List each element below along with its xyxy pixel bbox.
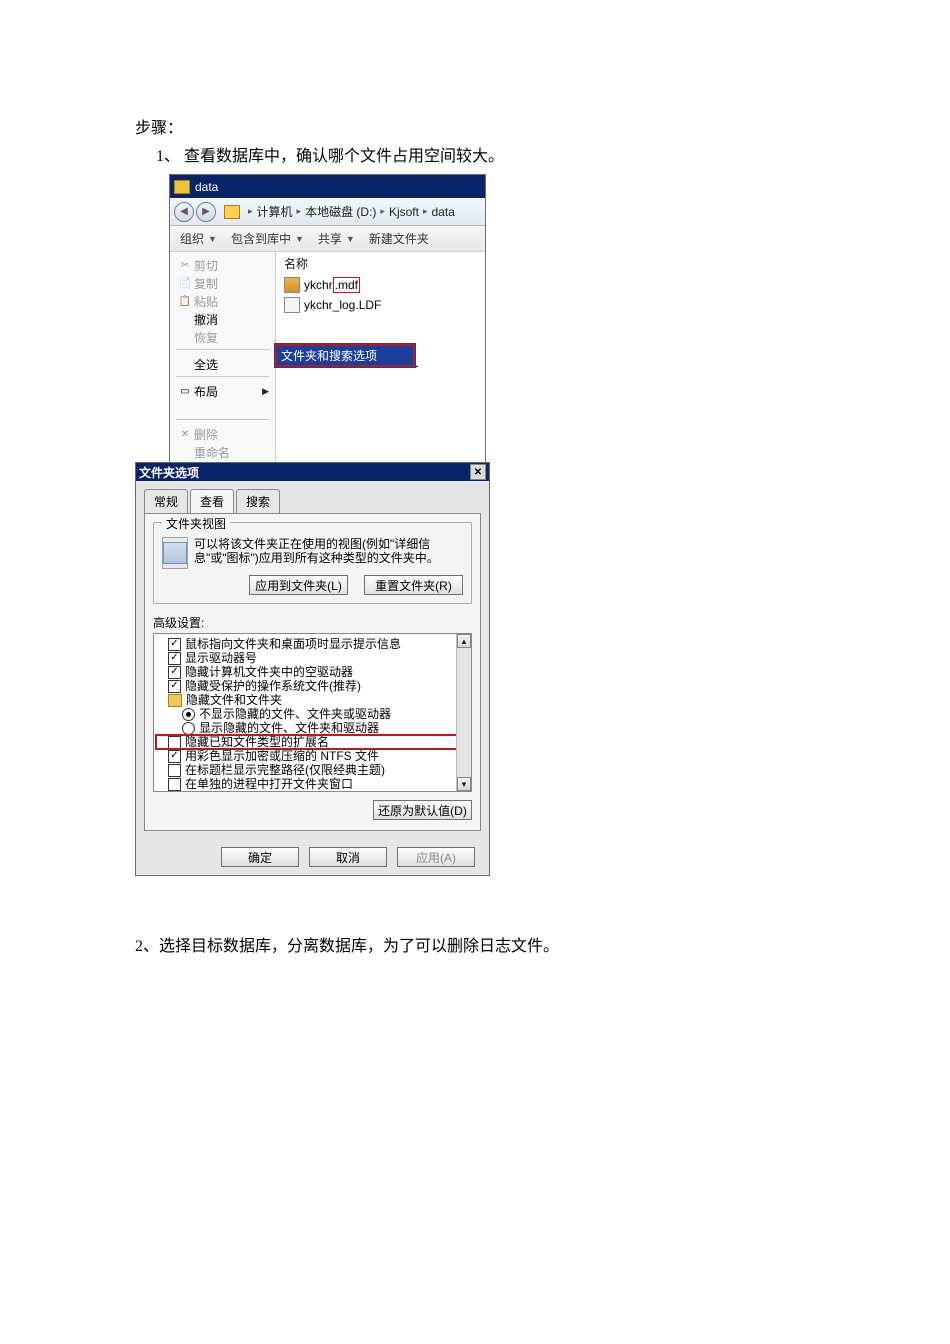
tab-strip: 常规 查看 搜索	[144, 489, 481, 513]
close-button[interactable]: ✕	[470, 464, 486, 480]
folder-views-text: 可以将该文件夹正在使用的视图(例如"详细信息"或"图标")应用到所有这种类型的文…	[194, 537, 463, 565]
file-row-mdf[interactable]: ykchr.mdf	[276, 275, 485, 295]
cancel-button[interactable]: 取消	[309, 847, 387, 867]
step-2-text: 2、选择目标数据库，分离数据库，为了可以删除日志文件。	[135, 936, 815, 958]
advanced-settings-list[interactable]: ✓鼠标指向文件夹和桌面项时显示提示信息 ✓显示驱动器号 ✓隐藏计算机文件夹中的空…	[153, 633, 472, 792]
menu-layout[interactable]: ▭布局	[170, 382, 275, 400]
mdf-ext-highlight: .mdf	[333, 277, 360, 293]
menu-delete[interactable]: ✕删除	[170, 425, 275, 443]
tab-general[interactable]: 常规	[144, 489, 188, 513]
share-button[interactable]: 共享▼	[318, 230, 355, 247]
adv-show-hidden[interactable]: 显示隐藏的文件、文件夹和驱动器	[156, 721, 469, 735]
menu-redo[interactable]: 恢复	[170, 328, 275, 346]
folder-views-legend: 文件夹视图	[162, 515, 230, 532]
explorer-toolbar: 组织▼ 包含到库中▼ 共享▼ 新建文件夹	[170, 226, 485, 252]
include-button[interactable]: 包含到库中▼	[231, 230, 304, 247]
scroll-down-button[interactable]: ▼	[457, 777, 471, 791]
breadcrumb[interactable]: ▸ 计算机 ▸ 本地磁盘 (D:) ▸ Kjsoft ▸ data	[224, 203, 481, 220]
adv-hidden-files-group: 隐藏文件和文件夹	[156, 693, 469, 707]
column-header-name[interactable]: 名称	[276, 252, 485, 275]
mdf-file-icon	[284, 277, 300, 293]
folder-icon	[168, 694, 182, 707]
scroll-up-button[interactable]: ▲	[457, 634, 471, 648]
reset-folders-button[interactable]: 重置文件夹(R)	[364, 575, 463, 595]
adv-show-tooltip[interactable]: ✓鼠标指向文件夹和桌面项时显示提示信息	[156, 637, 469, 651]
adv-hide-empty-drives[interactable]: ✓隐藏计算机文件夹中的空驱动器	[156, 665, 469, 679]
forward-button[interactable]: ▶	[196, 202, 216, 222]
menu-folder-options[interactable]: 文件夹和搜索选项	[275, 344, 415, 367]
view-panel: 文件夹视图 可以将该文件夹正在使用的视图(例如"详细信息"或"图标")应用到所有…	[144, 513, 481, 831]
menu-rename[interactable]: 重命名	[170, 443, 275, 461]
window-title: data	[195, 180, 218, 194]
adv-color-ntfs[interactable]: ✓用彩色显示加密或压缩的 NTFS 文件	[156, 749, 469, 763]
scrollbar[interactable]: ▲ ▼	[456, 634, 471, 791]
apply-button[interactable]: 应用(A)	[397, 847, 475, 867]
dialog-buttons: 确定 取消 应用(A)	[136, 839, 489, 875]
folder-icon	[174, 180, 190, 194]
menu-undo[interactable]: 撤消	[170, 310, 275, 328]
tab-search[interactable]: 搜索	[236, 489, 280, 513]
menu-selectall[interactable]: 全选	[170, 355, 275, 373]
step-heading: 步骤：	[135, 118, 815, 140]
file-name: ykchr.mdf	[304, 278, 360, 292]
folder-views-group: 文件夹视图 可以将该文件夹正在使用的视图(例如"详细信息"或"图标")应用到所有…	[153, 522, 472, 604]
advanced-label: 高级设置:	[153, 614, 472, 631]
step-1-text: 1、 查看数据库中，确认哪个文件占用空间较大。	[156, 146, 815, 168]
menu-paste[interactable]: 📋粘贴	[170, 292, 275, 310]
adv-hide-extensions[interactable]: 隐藏已知文件类型的扩展名	[156, 735, 469, 749]
explorer-window: data ◀ ▶ ▸ 计算机 ▸ 本地磁盘 (D:) ▸ Kjsoft ▸ da…	[169, 174, 486, 462]
file-name: ykchr_log.LDF	[304, 298, 381, 312]
organize-button[interactable]: 组织▼	[180, 230, 217, 247]
tab-view[interactable]: 查看	[190, 489, 234, 513]
apply-to-folders-button[interactable]: 应用到文件夹(L)	[249, 575, 348, 595]
back-button[interactable]: ◀	[174, 202, 194, 222]
dialog-title: 文件夹选项	[139, 464, 199, 481]
adv-dont-show-hidden[interactable]: 不显示隐藏的文件、文件夹或驱动器	[156, 707, 469, 721]
adv-full-path-title[interactable]: 在标题栏显示完整路径(仅限经典主题)	[156, 763, 469, 777]
ldf-file-icon	[284, 297, 300, 313]
folder-options-dialog: 文件夹选项 ✕ 常规 查看 搜索 文件夹视图 可以将该文件夹正在使用的视图(例如…	[135, 462, 490, 876]
organize-menu: ✂剪切 📄复制 📋粘贴 撤消 恢复 全选 ▭布局 ✕删除 重命名 删除属性 属性…	[170, 252, 276, 463]
menu-cut[interactable]: ✂剪切	[170, 256, 275, 274]
menu-copy[interactable]: 📄复制	[170, 274, 275, 292]
restore-defaults-button[interactable]: 还原为默认值(D)	[373, 800, 472, 820]
adv-show-drive-letter[interactable]: ✓显示驱动器号	[156, 651, 469, 665]
file-row-ldf[interactable]: ykchr_log.LDF	[276, 295, 485, 315]
ok-button[interactable]: 确定	[221, 847, 299, 867]
dialog-titlebar: 文件夹选项 ✕	[136, 463, 489, 481]
folder-views-icon	[162, 537, 188, 569]
adv-separate-process[interactable]: 在单独的进程中打开文件夹窗口	[156, 777, 469, 791]
newfolder-button[interactable]: 新建文件夹	[369, 230, 429, 247]
folder-icon	[224, 205, 240, 219]
adv-hide-protected-os[interactable]: ✓隐藏受保护的操作系统文件(推荐)	[156, 679, 469, 693]
nav-bar: ◀ ▶ ▸ 计算机 ▸ 本地磁盘 (D:) ▸ Kjsoft ▸ data	[170, 198, 485, 226]
window-titlebar: data	[170, 175, 485, 198]
